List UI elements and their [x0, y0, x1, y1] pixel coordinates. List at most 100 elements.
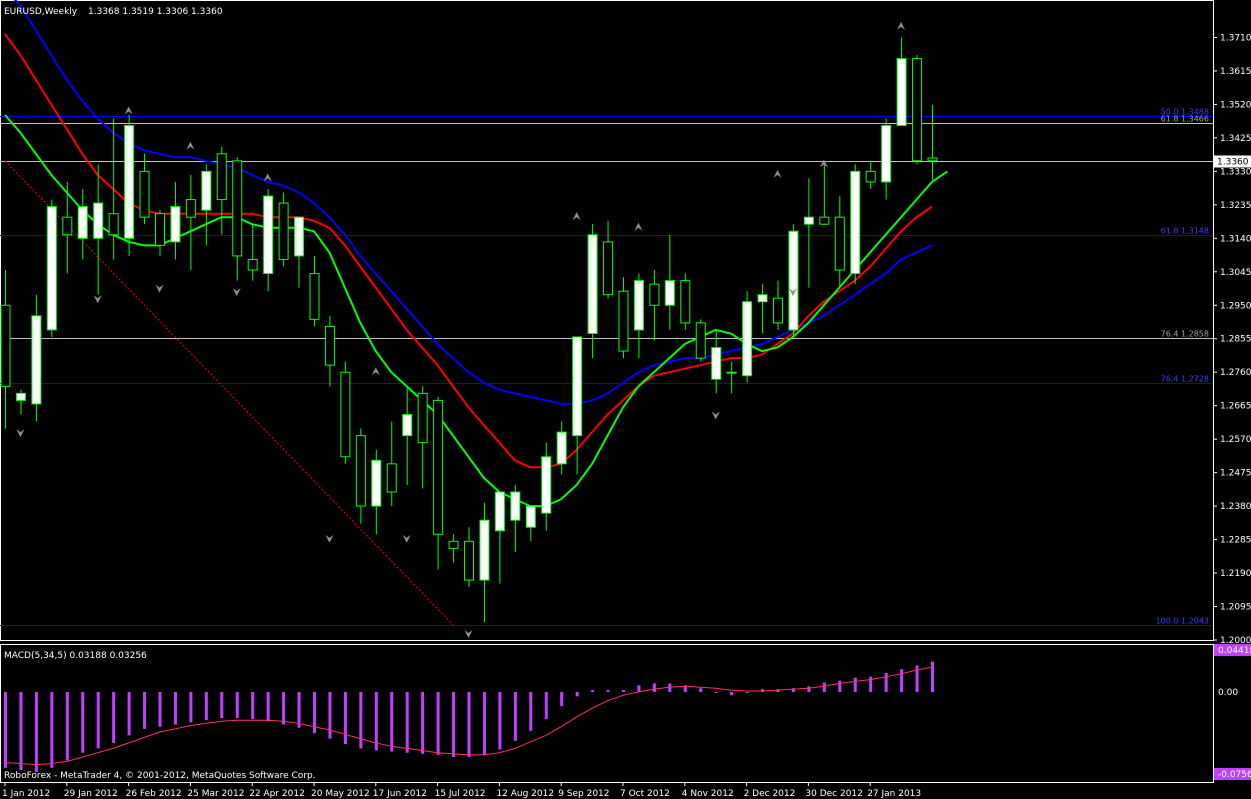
candle[interactable]: [155, 210, 165, 256]
macd-bar: [822, 682, 826, 692]
price-plot[interactable]: 50.0 1.348861.8 1.346661.8 1.314876.4 1.…: [0, 0, 1213, 638]
macd-bar: [127, 692, 131, 736]
macd-bar: [4, 692, 7, 768]
candle[interactable]: [742, 291, 753, 383]
candle-body: [726, 371, 737, 374]
candle-body: [587, 234, 598, 334]
candle[interactable]: [324, 315, 335, 387]
candle[interactable]: [386, 421, 397, 507]
candle[interactable]: [278, 192, 289, 267]
candle-body: [15, 392, 26, 401]
fractal-up-icon: [773, 169, 782, 178]
candle[interactable]: [371, 449, 382, 535]
macd-bar: [436, 692, 440, 755]
candle-body: [865, 170, 876, 183]
candle[interactable]: [541, 442, 552, 531]
candle[interactable]: [664, 234, 675, 330]
macd-plot[interactable]: [4, 661, 934, 773]
candle[interactable]: [896, 37, 907, 127]
candle[interactable]: [216, 146, 227, 235]
candle[interactable]: [649, 270, 660, 341]
fractal-down-icon: [325, 534, 334, 543]
candle-body: [324, 325, 335, 366]
candle[interactable]: [46, 199, 57, 337]
macd-bar: [158, 692, 162, 727]
candle[interactable]: [788, 224, 799, 337]
candle[interactable]: [819, 164, 830, 225]
candle[interactable]: [15, 389, 26, 415]
candle[interactable]: [850, 164, 861, 285]
candle-body: [680, 280, 691, 324]
candle[interactable]: [93, 164, 104, 295]
candle[interactable]: [757, 284, 768, 334]
candle[interactable]: [402, 386, 413, 485]
candle[interactable]: [77, 188, 88, 260]
candle[interactable]: [834, 196, 845, 288]
time-tick-label: 7 Oct 2012: [620, 789, 670, 799]
macd-bar: [482, 692, 486, 755]
macd-bar: [838, 680, 842, 692]
fractal-down-icon: [464, 629, 473, 638]
candle[interactable]: [479, 502, 490, 623]
candle[interactable]: [247, 224, 258, 281]
macd-bar: [112, 692, 116, 743]
candle[interactable]: [294, 216, 305, 288]
candle[interactable]: [170, 181, 181, 260]
candle[interactable]: [695, 319, 706, 362]
candle[interactable]: [448, 534, 459, 563]
candle[interactable]: [726, 361, 737, 394]
candle[interactable]: [525, 505, 536, 542]
candle[interactable]: [464, 527, 474, 588]
candle[interactable]: [139, 153, 150, 225]
candle[interactable]: [865, 160, 876, 189]
candle[interactable]: [201, 164, 212, 246]
fib-level-label: 61.8 1.3148: [1161, 227, 1209, 236]
candle[interactable]: [556, 421, 567, 475]
fractal-up-icon: [572, 212, 581, 221]
candle[interactable]: [618, 277, 629, 359]
price-tick-label: 1.2285: [1220, 536, 1251, 546]
candle[interactable]: [633, 273, 644, 359]
candle[interactable]: [603, 220, 614, 299]
candle[interactable]: [108, 118, 119, 260]
price-tick-label: 1.3140: [1220, 234, 1251, 244]
candle[interactable]: [510, 484, 521, 552]
chart-canvas[interactable]: 50.0 1.348861.8 1.346661.8 1.314876.4 1.…: [0, 0, 1251, 799]
candle[interactable]: [0, 270, 11, 429]
candle-body: [649, 283, 660, 306]
candle[interactable]: [433, 396, 444, 570]
candle[interactable]: [309, 255, 320, 327]
price-tick-label: 1.3235: [1220, 201, 1251, 211]
macd-tick-label: 0.04418: [1218, 646, 1251, 656]
candle[interactable]: [31, 294, 42, 422]
candle-body: [618, 290, 629, 352]
macd-bar: [173, 692, 177, 725]
candle[interactable]: [124, 114, 135, 256]
candle-body: [309, 273, 320, 320]
macd-bar: [19, 692, 23, 771]
macd-tick-label: 0.00: [1218, 688, 1238, 698]
candle[interactable]: [572, 336, 583, 475]
candle[interactable]: [340, 361, 351, 464]
macd-bar: [575, 692, 579, 697]
macd-bar: [143, 692, 147, 729]
candle-body: [664, 280, 675, 306]
candle[interactable]: [912, 55, 923, 165]
candle[interactable]: [355, 428, 366, 524]
candle-body: [464, 540, 474, 581]
candle[interactable]: [417, 386, 428, 489]
candle[interactable]: [232, 157, 243, 281]
candle[interactable]: [185, 174, 196, 271]
macd-bar: [297, 692, 301, 728]
candle[interactable]: [773, 280, 783, 330]
candle-body: [757, 294, 768, 303]
price-tick-label: 1.3330: [1220, 167, 1251, 177]
candle[interactable]: [263, 188, 274, 292]
candle[interactable]: [803, 178, 814, 288]
candle[interactable]: [680, 273, 691, 330]
candle[interactable]: [881, 118, 892, 200]
candle-body: [77, 206, 88, 239]
candle[interactable]: [494, 491, 505, 584]
macd-bar: [513, 692, 517, 741]
macd-bar: [529, 692, 533, 732]
